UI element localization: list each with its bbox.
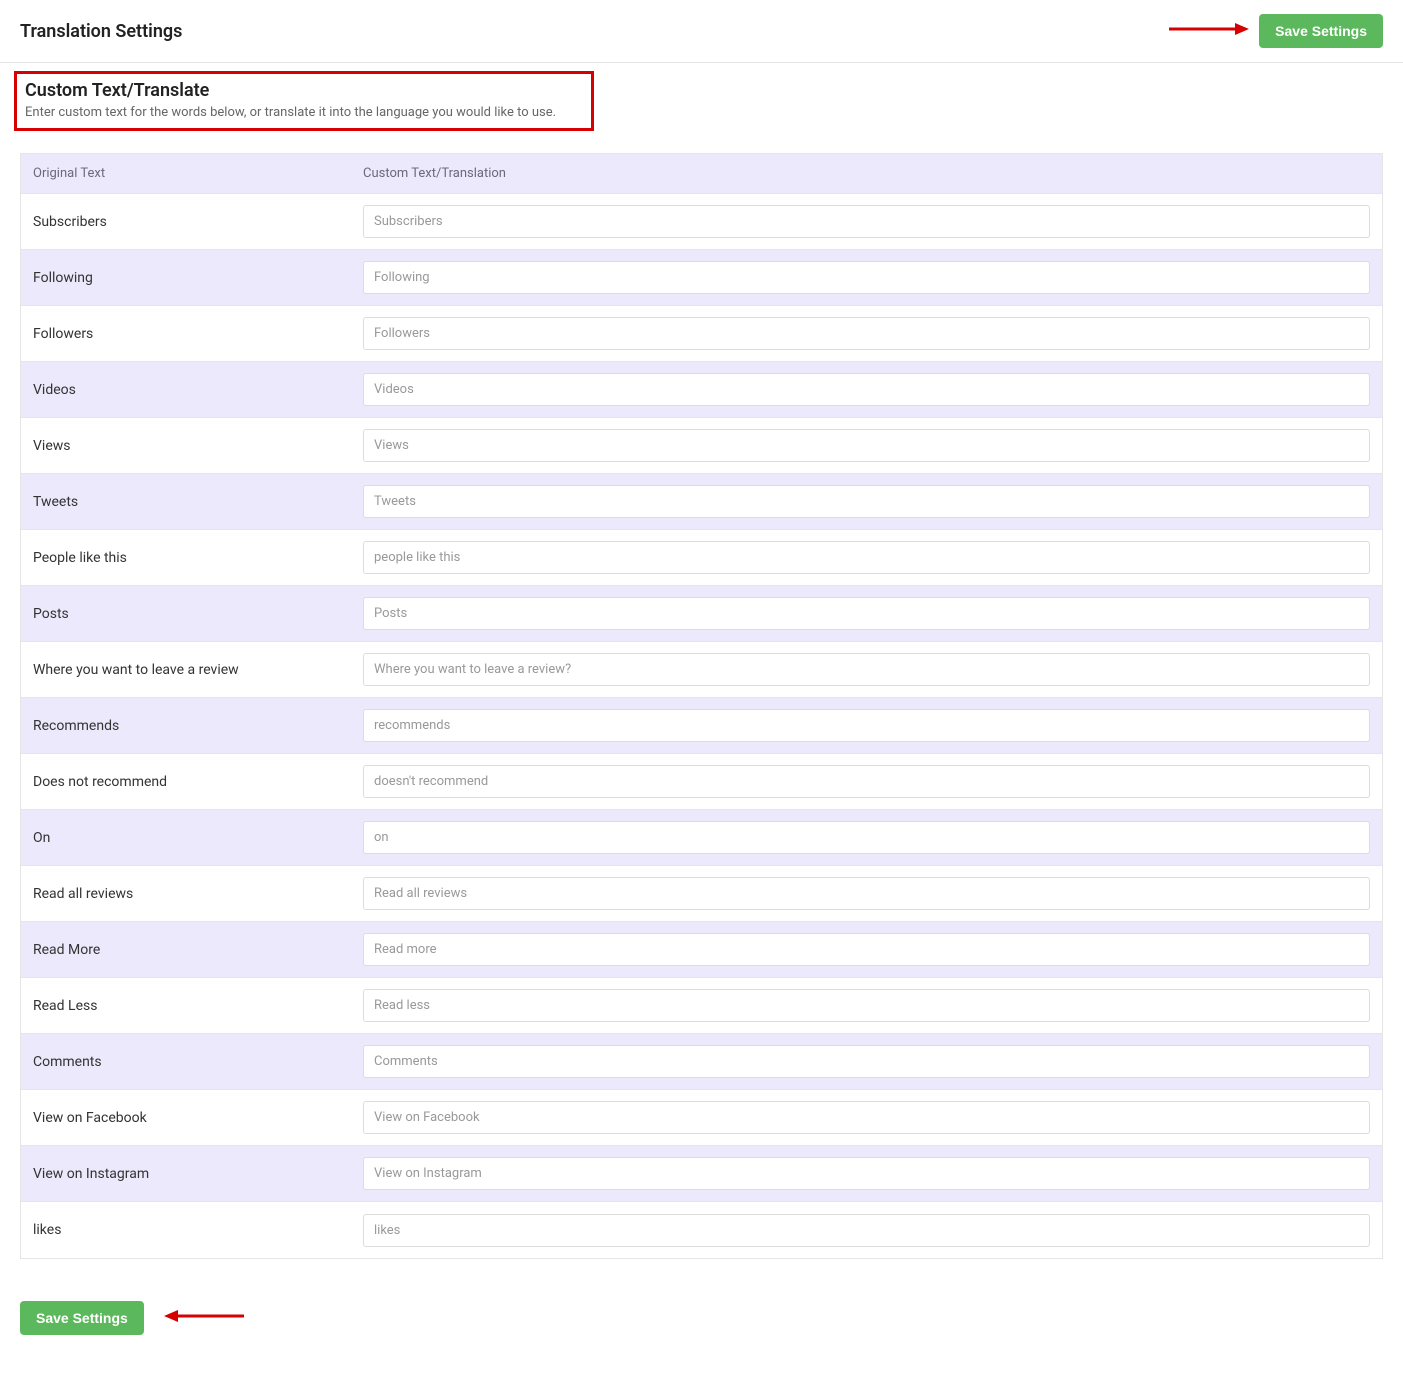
translation-table: Original Text Custom Text/Translation Su… <box>20 153 1383 1259</box>
custom-text-input[interactable] <box>363 1214 1370 1247</box>
custom-text-cell <box>351 587 1382 640</box>
save-button-top[interactable]: Save Settings <box>1259 14 1383 48</box>
custom-text-input[interactable] <box>363 429 1370 462</box>
custom-text-cell <box>351 475 1382 528</box>
custom-text-cell <box>351 419 1382 472</box>
header-bar: Translation Settings Save Settings <box>0 0 1403 63</box>
table-row: Posts <box>21 586 1382 642</box>
table-header-row: Original Text Custom Text/Translation <box>21 154 1382 194</box>
original-text-label: Following <box>21 258 351 298</box>
original-text-label: Comments <box>21 1042 351 1082</box>
custom-text-cell <box>351 1204 1382 1257</box>
custom-text-cell <box>351 811 1382 864</box>
table-row: View on Facebook <box>21 1090 1382 1146</box>
table-row: On <box>21 810 1382 866</box>
table-row: People like this <box>21 530 1382 586</box>
custom-text-cell <box>351 923 1382 976</box>
footer-actions: Save Settings <box>0 1279 1403 1375</box>
original-text-label: Posts <box>21 594 351 634</box>
custom-text-cell <box>351 1147 1382 1200</box>
table-row: Views <box>21 418 1382 474</box>
section-title: Custom Text/Translate <box>25 80 583 101</box>
custom-text-input[interactable] <box>363 653 1370 686</box>
page-title: Translation Settings <box>20 21 182 42</box>
header-actions: Save Settings <box>1169 14 1383 48</box>
table-row: Comments <box>21 1034 1382 1090</box>
original-text-label: Read Less <box>21 986 351 1026</box>
custom-text-input[interactable] <box>363 989 1370 1022</box>
custom-text-cell <box>351 867 1382 920</box>
table-row: Subscribers <box>21 194 1382 250</box>
table-row: Tweets <box>21 474 1382 530</box>
custom-text-cell <box>351 307 1382 360</box>
custom-text-input[interactable] <box>363 765 1370 798</box>
custom-text-input[interactable] <box>363 205 1370 238</box>
col-header-custom: Custom Text/Translation <box>351 154 1382 193</box>
custom-text-cell <box>351 363 1382 416</box>
annotation-box: Custom Text/Translate Enter custom text … <box>14 71 594 131</box>
original-text-label: On <box>21 818 351 858</box>
original-text-label: Followers <box>21 314 351 354</box>
custom-text-input[interactable] <box>363 821 1370 854</box>
custom-text-cell <box>351 251 1382 304</box>
save-button-bottom[interactable]: Save Settings <box>20 1301 144 1335</box>
original-text-label: Does not recommend <box>21 762 351 802</box>
original-text-label: Recommends <box>21 706 351 746</box>
original-text-label: Where you want to leave a review <box>21 650 351 690</box>
custom-text-cell <box>351 699 1382 752</box>
custom-text-input[interactable] <box>363 541 1370 574</box>
custom-text-input[interactable] <box>363 933 1370 966</box>
custom-text-input[interactable] <box>363 1157 1370 1190</box>
annotation-arrow-icon <box>1169 21 1249 41</box>
custom-text-cell <box>351 531 1382 584</box>
custom-text-cell <box>351 195 1382 248</box>
custom-text-input[interactable] <box>363 597 1370 630</box>
annotation-arrow-icon <box>164 1308 244 1328</box>
custom-text-input[interactable] <box>363 709 1370 742</box>
custom-text-input[interactable] <box>363 261 1370 294</box>
custom-text-input[interactable] <box>363 485 1370 518</box>
custom-text-cell <box>351 755 1382 808</box>
original-text-label: Views <box>21 426 351 466</box>
custom-text-input[interactable] <box>363 877 1370 910</box>
table-row: Where you want to leave a review <box>21 642 1382 698</box>
table-row: Recommends <box>21 698 1382 754</box>
custom-text-cell <box>351 1091 1382 1144</box>
table-row: Read Less <box>21 978 1382 1034</box>
custom-text-cell <box>351 643 1382 696</box>
original-text-label: People like this <box>21 538 351 578</box>
col-header-original: Original Text <box>21 154 351 193</box>
table-row: Read More <box>21 922 1382 978</box>
original-text-label: View on Instagram <box>21 1154 351 1194</box>
original-text-label: Tweets <box>21 482 351 522</box>
original-text-label: Read More <box>21 930 351 970</box>
table-row: Following <box>21 250 1382 306</box>
original-text-label: likes <box>21 1210 351 1250</box>
original-text-label: Videos <box>21 370 351 410</box>
original-text-label: Subscribers <box>21 202 351 242</box>
table-row: View on Instagram <box>21 1146 1382 1202</box>
table-row: likes <box>21 1202 1382 1258</box>
original-text-label: Read all reviews <box>21 874 351 914</box>
custom-text-input[interactable] <box>363 373 1370 406</box>
table-row: Followers <box>21 306 1382 362</box>
section-header: Custom Text/Translate Enter custom text … <box>0 63 1403 135</box>
table-row: Does not recommend <box>21 754 1382 810</box>
custom-text-cell <box>351 979 1382 1032</box>
table-row: Videos <box>21 362 1382 418</box>
section-description: Enter custom text for the words below, o… <box>25 105 583 120</box>
custom-text-input[interactable] <box>363 1045 1370 1078</box>
custom-text-input[interactable] <box>363 1101 1370 1134</box>
table-row: Read all reviews <box>21 866 1382 922</box>
custom-text-input[interactable] <box>363 317 1370 350</box>
translation-table-wrapper: Original Text Custom Text/Translation Su… <box>0 135 1403 1279</box>
original-text-label: View on Facebook <box>21 1098 351 1138</box>
custom-text-cell <box>351 1035 1382 1088</box>
